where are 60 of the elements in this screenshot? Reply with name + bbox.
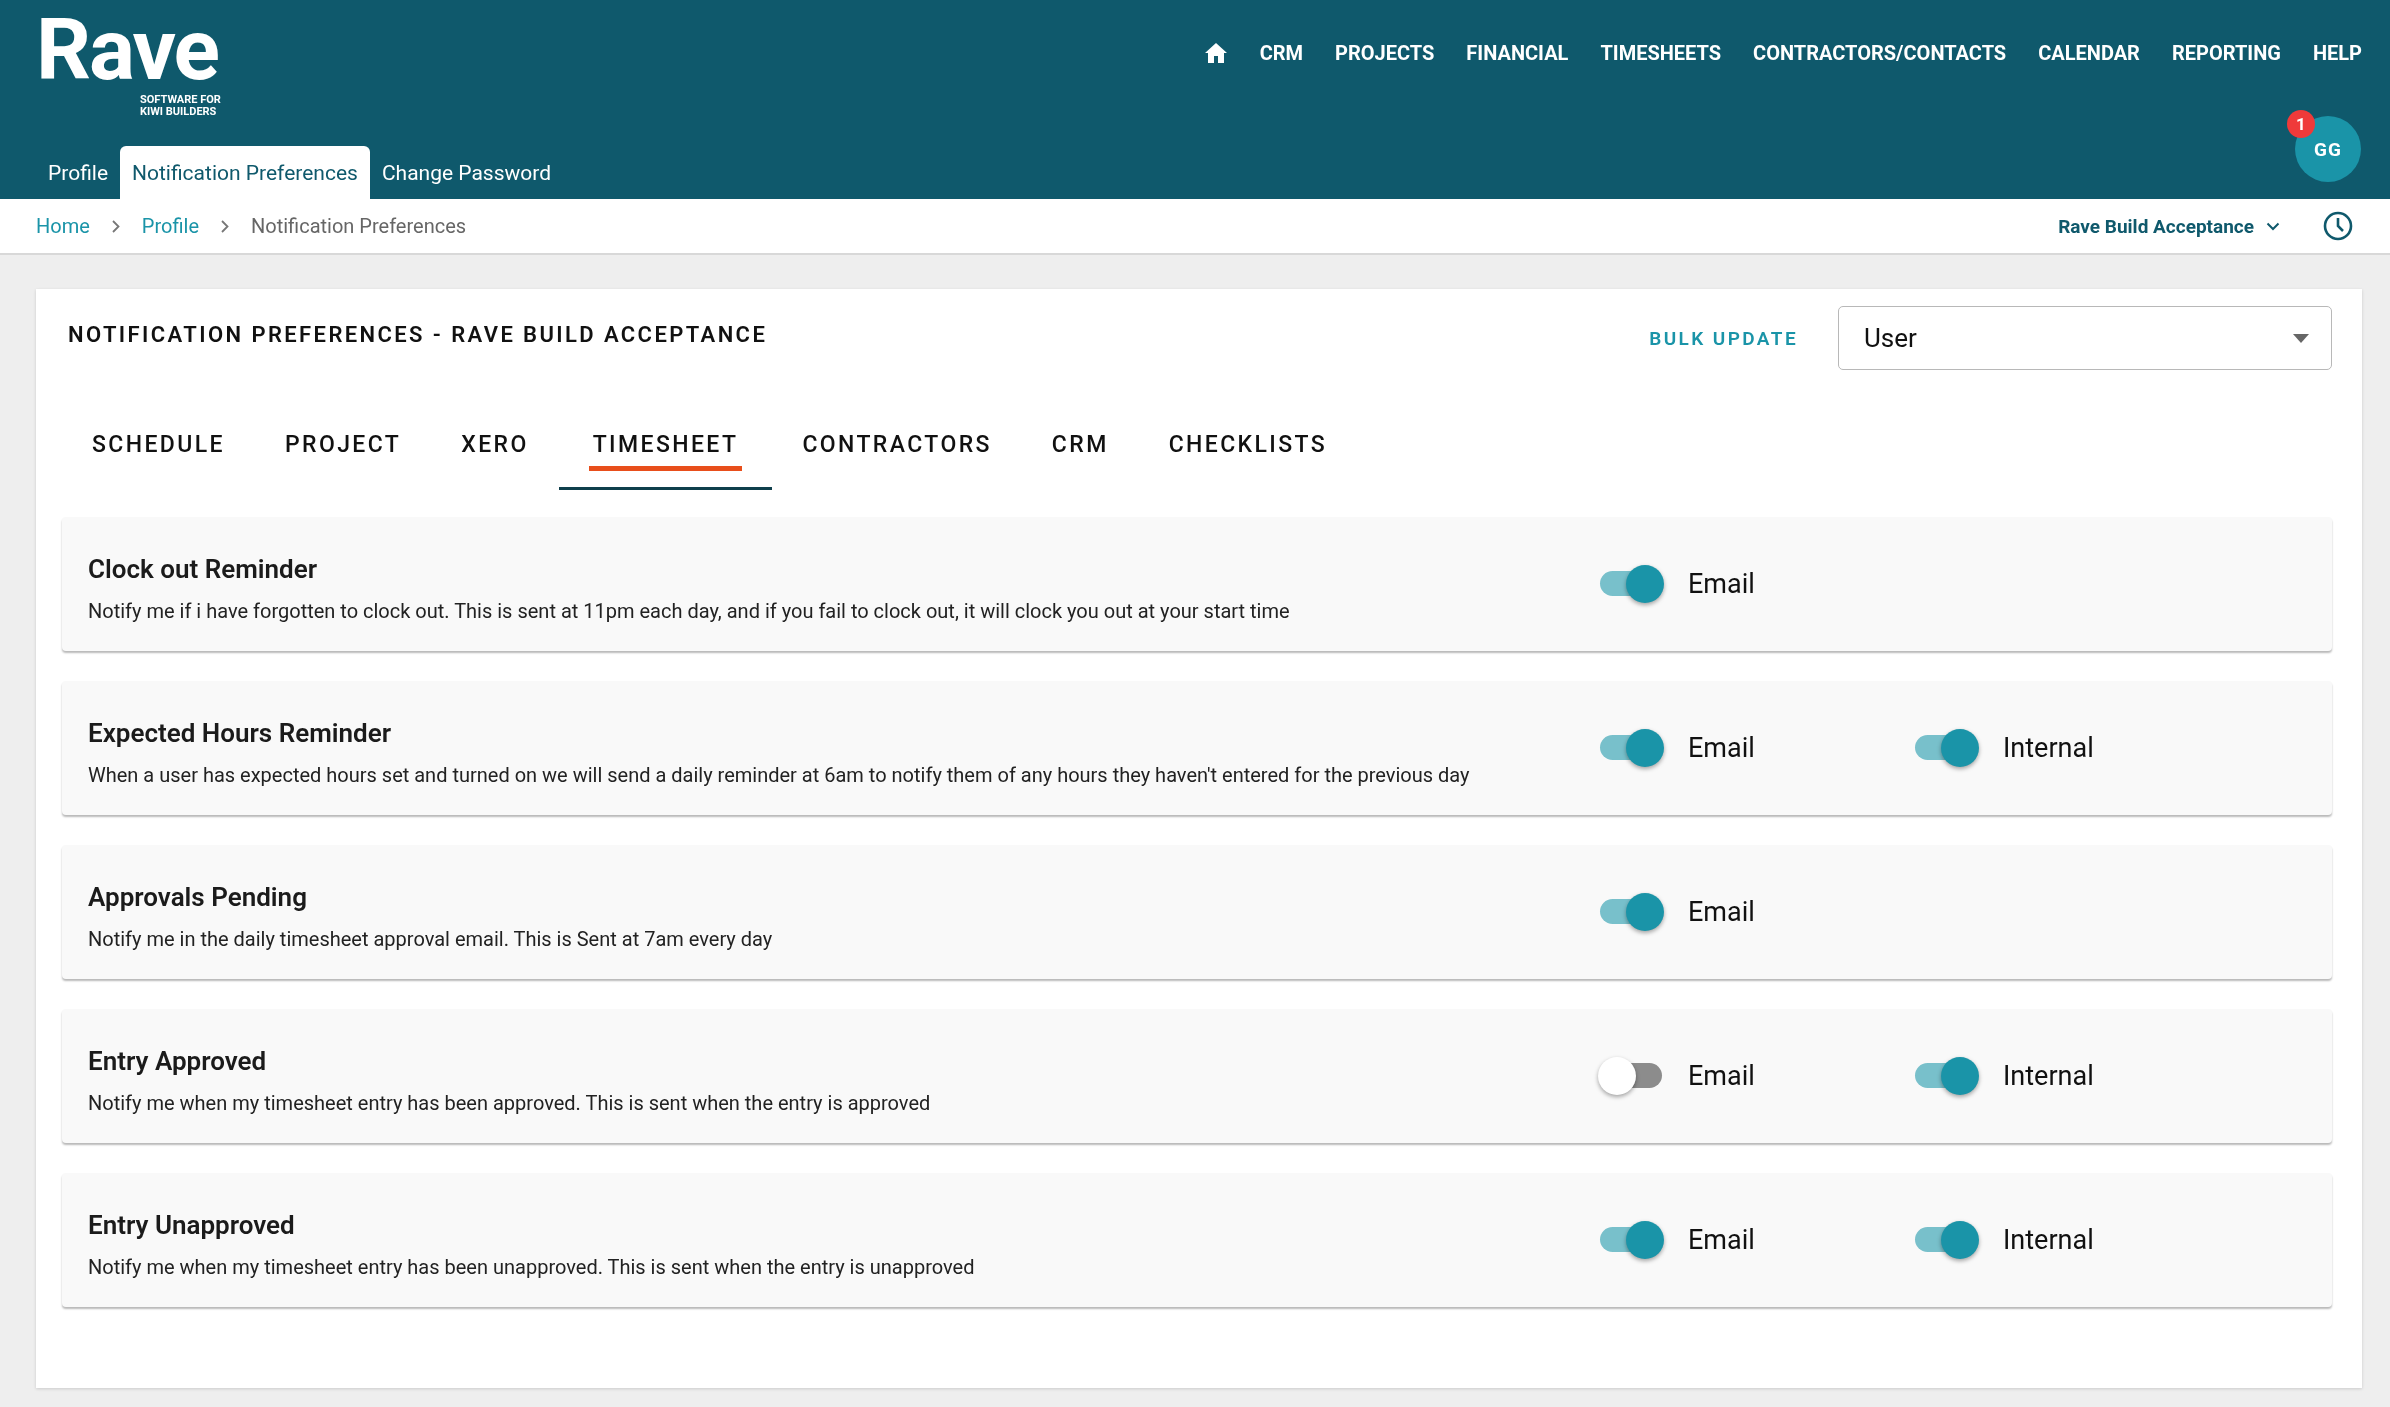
breadcrumb-link[interactable]: Home	[36, 214, 90, 238]
nav-link[interactable]: TIMESHEETS	[1600, 41, 1722, 65]
preference-title: Expected Hours Reminder	[88, 717, 392, 748]
breadcrumb-current: Notification Preferences	[251, 214, 467, 238]
profile-tab[interactable]: Notification Preferences	[120, 146, 370, 199]
category-tab[interactable]: CRM	[1021, 431, 1139, 487]
nav-link[interactable]: CALENDAR	[2038, 41, 2140, 65]
channel-label: Internal	[2003, 1224, 2094, 1256]
breadcrumb-link[interactable]: Profile	[141, 214, 199, 238]
category-tab[interactable]: CHECKLISTS	[1138, 431, 1358, 487]
toggle-switch[interactable]	[1913, 1221, 1979, 1259]
logo-tagline: SOFTWARE FOR KIWI BUILDERS	[140, 94, 222, 118]
channel-label: Email	[1688, 1224, 1755, 1256]
category-tab[interactable]: CONTRACTORS	[772, 431, 1022, 487]
profile-tab[interactable]: Profile	[36, 146, 121, 199]
preference-description: Notify me when my timesheet entry has been unapproved. This is sent when the entry is unapproved	[88, 1254, 976, 1279]
toggle-switch[interactable]	[1598, 893, 1664, 931]
preference-description: Notify me in the daily timesheet approval email. This is Sent at 7am every day	[88, 926, 774, 951]
nav-link[interactable]: FINANCIAL	[1466, 41, 1569, 65]
category-tab[interactable]: PROJECT	[254, 431, 432, 487]
logo-wordmark: Rave	[36, 14, 218, 86]
role-select[interactable]: User	[1838, 306, 2332, 370]
channel-label: Email	[1688, 568, 1755, 600]
panel-title: NOTIFICATION PREFERENCES - RAVE BUILD ACCEPTANCE	[68, 321, 768, 347]
preference-title: Clock out Reminder	[88, 553, 318, 584]
channel-label: Email	[1688, 896, 1755, 928]
category-tab[interactable]: TIMESHEET	[558, 431, 773, 490]
preference-title: Entry Approved	[88, 1045, 268, 1076]
bulk-update-button[interactable]: BULK UPDATE	[1643, 325, 1804, 351]
channel-label: Internal	[2003, 1060, 2094, 1092]
chevron-right-icon	[111, 219, 120, 233]
toggle-switch[interactable]	[1598, 1221, 1664, 1259]
channel-label: Email	[1688, 1060, 1755, 1092]
preference-description: Notify me when my timesheet entry has been approved. This is sent when the entry is approved	[88, 1090, 932, 1115]
chevron-down-icon	[2266, 221, 2280, 231]
home-icon[interactable]	[1203, 42, 1228, 64]
preference-description: Notify me if i have forgotten to clock out. This is sent at 11pm each day, and if you fail to clock out, it will clock you out at your start time	[88, 598, 1291, 623]
company-selector[interactable]: Rave Build Acceptance	[2052, 213, 2286, 239]
notification-badge: 1	[2287, 110, 2315, 138]
toggle-switch[interactable]	[1913, 1057, 1979, 1095]
channel-label: Internal	[2003, 732, 2094, 764]
nav-link[interactable]: CRM	[1259, 41, 1304, 65]
preference-title: Entry Unapproved	[88, 1209, 296, 1240]
nav-link[interactable]: HELP	[2312, 41, 2362, 65]
toggle-switch[interactable]	[1913, 729, 1979, 767]
category-tab[interactable]: XERO	[431, 431, 559, 487]
chevron-right-icon	[221, 219, 229, 233]
category-tab[interactable]: SCHEDULE	[62, 431, 255, 487]
preference-title: Approvals Pending	[88, 881, 308, 912]
nav-link[interactable]: PROJECTS	[1335, 41, 1435, 65]
channel-label: Email	[1688, 732, 1755, 764]
profile-tab[interactable]: Change Password	[369, 146, 564, 199]
toggle-switch[interactable]	[1598, 1057, 1664, 1095]
nav-link[interactable]: REPORTING	[2171, 41, 2281, 65]
clock-icon[interactable]	[2322, 210, 2354, 242]
toggle-switch[interactable]	[1598, 565, 1664, 603]
caret-down-icon	[2293, 333, 2309, 343]
nav-link[interactable]: CONTRACTORS/CONTACTS	[1753, 41, 2007, 65]
toggle-switch[interactable]	[1598, 729, 1664, 767]
preference-description: When a user has expected hours set and turned on we will send a daily reminder at 6am to notify them of any hours they haven't entered for the previous day	[88, 762, 1471, 787]
